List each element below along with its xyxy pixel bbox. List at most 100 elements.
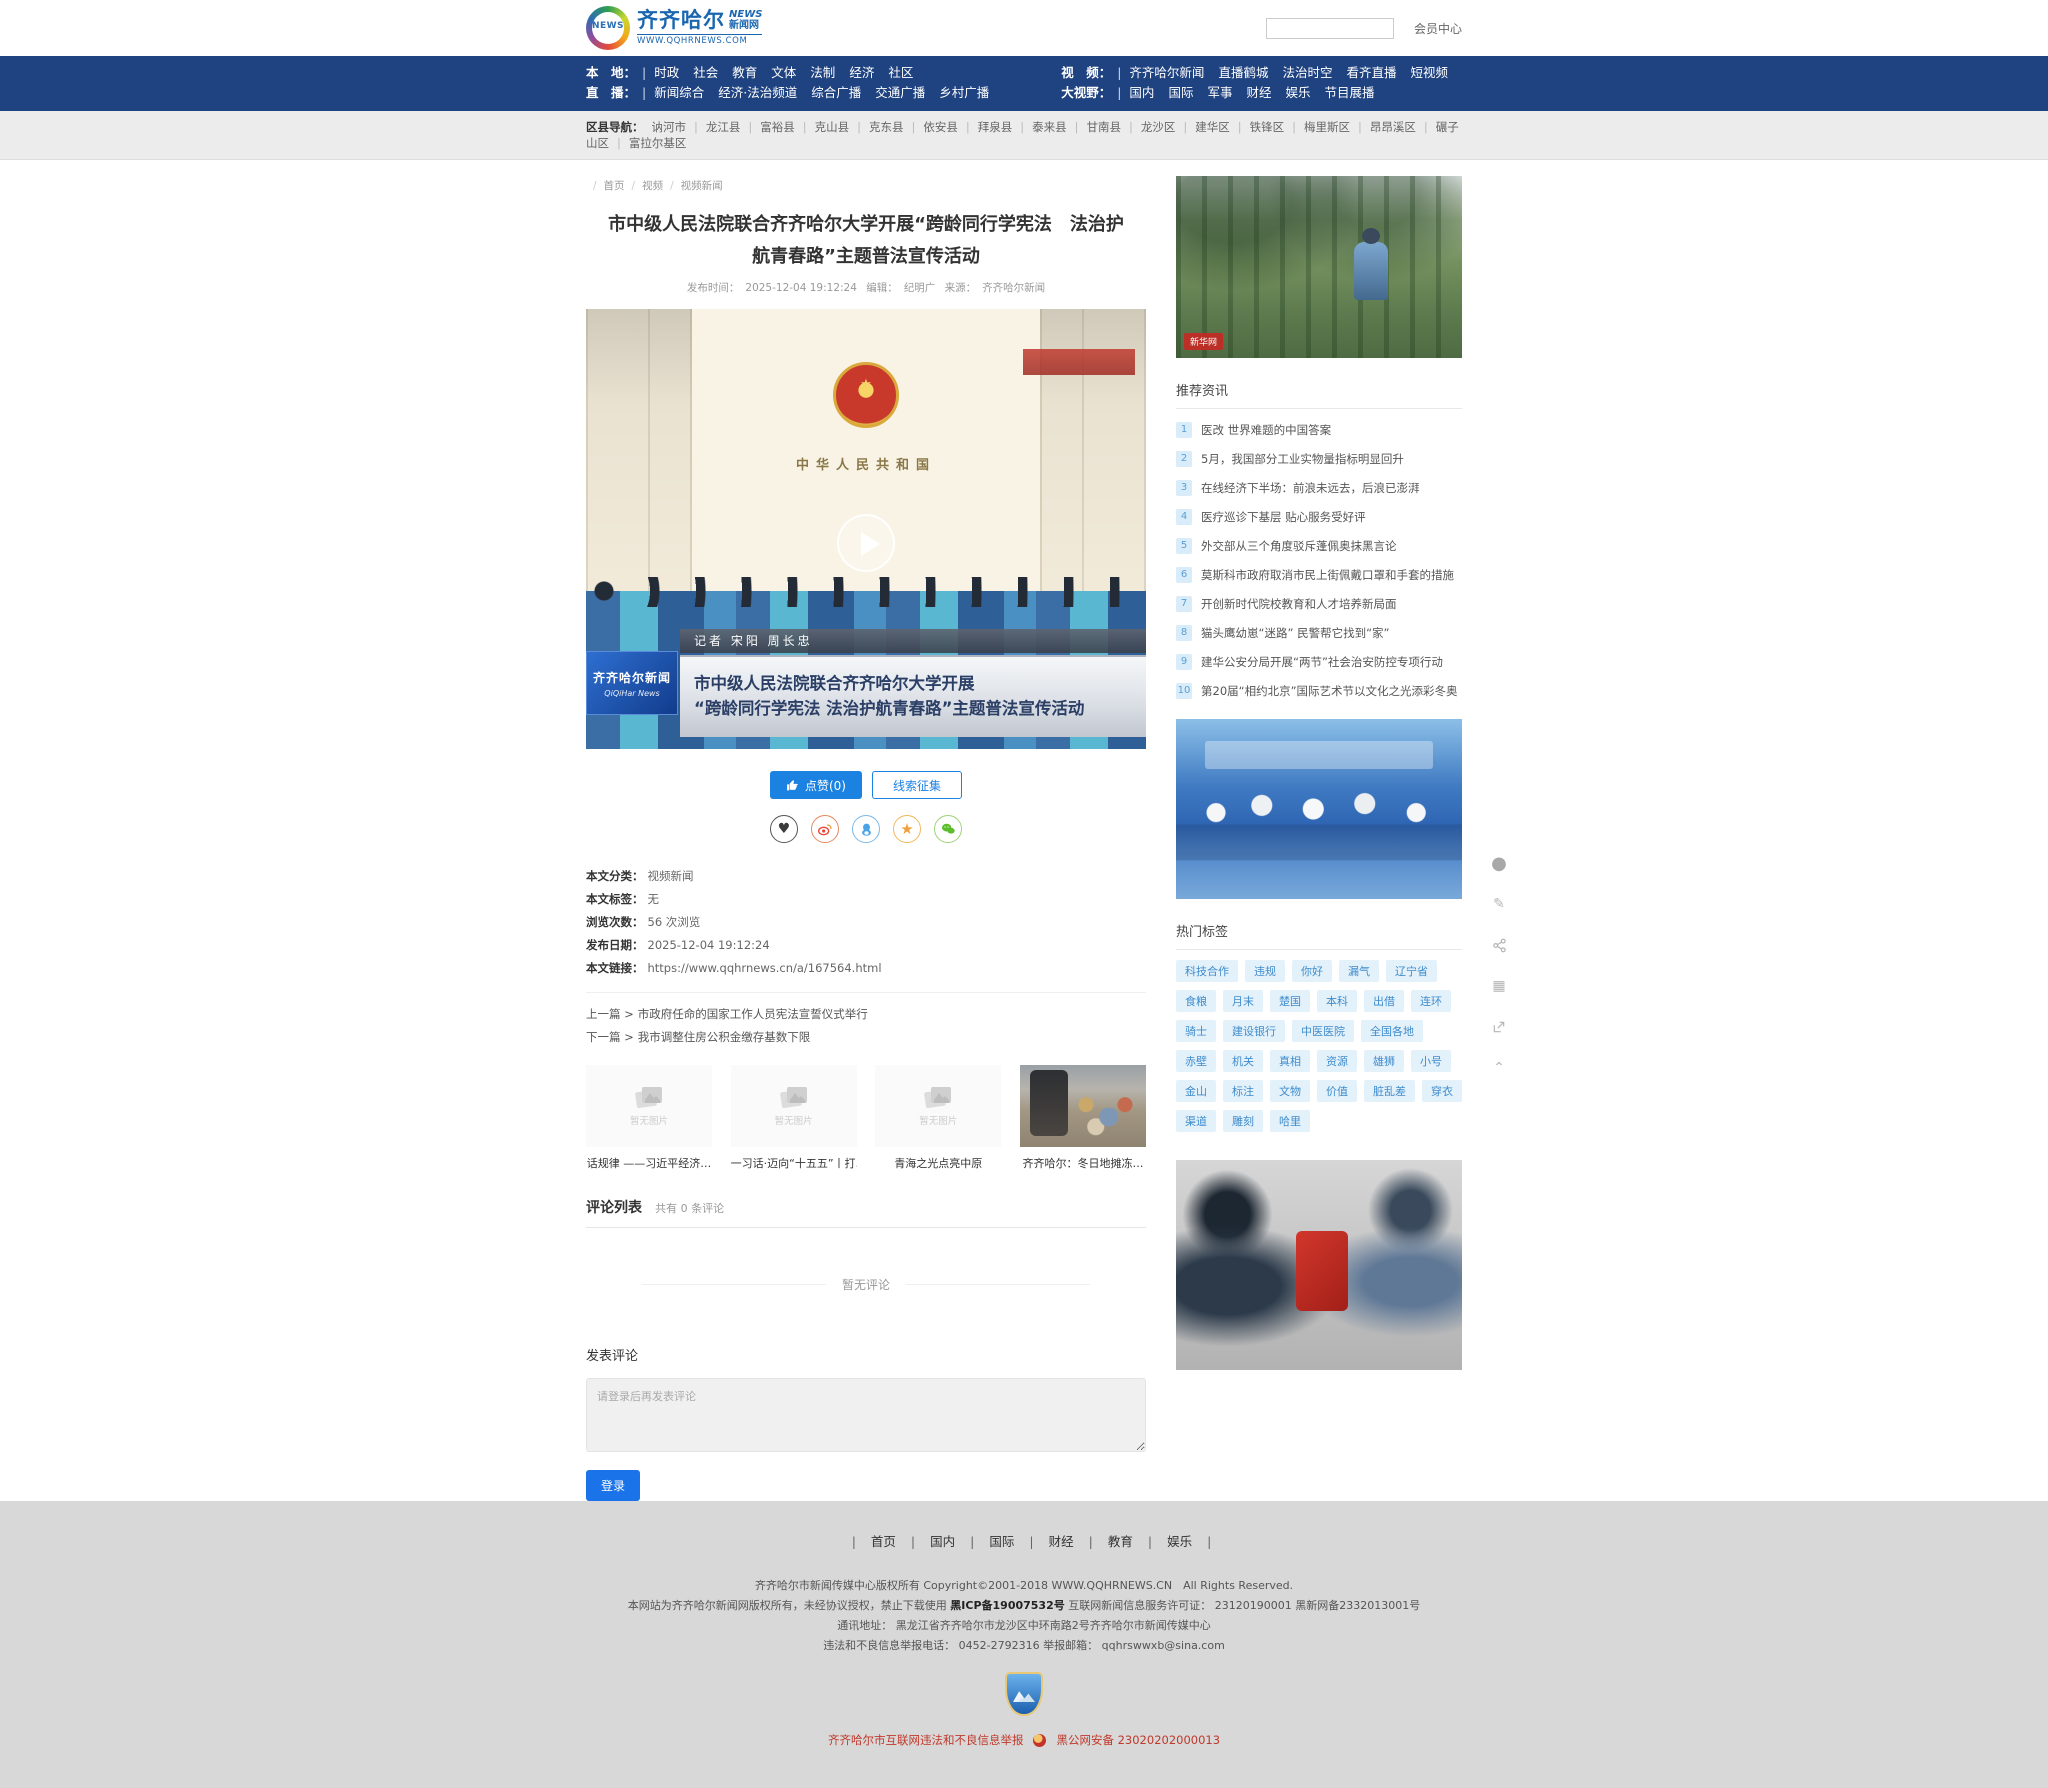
region-link[interactable]: 克山县 [815, 120, 869, 134]
nav-link[interactable]: 齐齐哈尔新闻 [1129, 65, 1204, 80]
tag-pill[interactable]: 小号 [1411, 1050, 1451, 1072]
recommend-item[interactable]: 9建华公安分局开展“两节”社会治安防控专项行动 [1176, 654, 1462, 670]
share-nodes-icon[interactable] [1488, 934, 1510, 956]
recommend-item[interactable]: 3在线经济下半场：前浪未远去，后浪已澎湃 [1176, 480, 1462, 496]
search-input[interactable] [1266, 18, 1394, 39]
nav-link[interactable]: 经济 [849, 65, 874, 80]
footer-nav-link[interactable]: 国际 [955, 1534, 1014, 1549]
tag-pill[interactable]: 穿衣 [1422, 1080, 1462, 1102]
qq-share-icon[interactable] [852, 815, 880, 843]
recommend-item[interactable]: 10第20届“相约北京”国际艺术节以文化之光添彩冬奥 [1176, 683, 1462, 699]
qr-grid-icon[interactable]: ▦ [1488, 975, 1510, 997]
region-link[interactable]: 讷河市 [652, 120, 706, 134]
favorite-heart-icon[interactable]: ♥ [770, 815, 798, 843]
tag-pill[interactable]: 文物 [1270, 1080, 1310, 1102]
tag-pill[interactable]: 连环 [1411, 990, 1451, 1012]
tag-pill[interactable]: 科技合作 [1176, 960, 1238, 982]
tag-pill[interactable]: 骑士 [1176, 1020, 1216, 1042]
tag-pill[interactable]: 资源 [1317, 1050, 1357, 1072]
back-to-top-icon[interactable]: ⌃ [1488, 1057, 1510, 1079]
related-article-card[interactable]: 暂无图片 一习话·迈向“十五五”丨打… [731, 1065, 857, 1171]
nav-link[interactable]: 文体 [771, 65, 796, 80]
nav-link[interactable]: 乡村广播 [939, 85, 989, 100]
nav-link[interactable]: 法治时空 [1282, 65, 1332, 80]
breadcrumb-link[interactable]: 视频新闻 [663, 180, 723, 192]
nav-link[interactable]: 教育 [732, 65, 757, 80]
tag-pill[interactable]: 中医医院 [1292, 1020, 1354, 1042]
region-link[interactable]: 梅里斯区 [1304, 120, 1370, 134]
tag-pill[interactable]: 本科 [1317, 990, 1357, 1012]
tag-pill[interactable]: 雕刻 [1223, 1110, 1263, 1132]
tag-pill[interactable]: 哈里 [1270, 1110, 1310, 1132]
recommend-item[interactable]: 8猫头鹰幼崽“迷路” 民警帮它找到“家” [1176, 625, 1462, 641]
tag-pill[interactable]: 违规 [1245, 960, 1285, 982]
video-player[interactable]: 中华人民共和国 记者 宋阳 周长忠 市中级人民法院联合齐齐哈尔大学开展 “跨龄同… [586, 309, 1146, 749]
nav-link[interactable]: 法制 [810, 65, 835, 80]
play-button[interactable] [837, 514, 895, 572]
tag-pill[interactable]: 你好 [1292, 960, 1332, 982]
region-link[interactable]: 建华区 [1195, 120, 1249, 134]
nav-link[interactable]: 财经 [1246, 85, 1271, 100]
footer-nav-link[interactable]: 娱乐 [1133, 1534, 1192, 1549]
region-link[interactable]: 拜泉县 [978, 120, 1032, 134]
weibo-share-icon[interactable] [811, 815, 839, 843]
nav-link[interactable]: 时政 [654, 65, 679, 80]
region-link[interactable]: 富拉尔基区 [629, 136, 687, 150]
tag-pill[interactable]: 渠道 [1176, 1110, 1216, 1132]
sidebar-photo-donation[interactable] [1176, 1160, 1462, 1370]
tag-pill[interactable]: 雄狮 [1364, 1050, 1404, 1072]
illegal-report-link[interactable]: 齐齐哈尔市互联网违法和不良信息举报 [828, 1732, 1024, 1748]
credibility-shield-badge[interactable] [1005, 1672, 1043, 1716]
clue-collection-button[interactable]: 线索征集 [872, 771, 962, 799]
sidebar-photo-stadium[interactable] [1176, 719, 1462, 899]
nav-link[interactable]: 国际 [1168, 85, 1193, 100]
nav-link[interactable]: 军事 [1207, 85, 1232, 100]
nav-link[interactable]: 新闻综合 [654, 85, 704, 100]
tag-pill[interactable]: 食粮 [1176, 990, 1216, 1012]
dot-icon[interactable]: ● [1488, 852, 1510, 874]
wechat-share-icon[interactable] [934, 815, 962, 843]
nav-link[interactable]: 节目展播 [1325, 85, 1375, 100]
footer-nav-link[interactable]: 首页 [837, 1534, 896, 1549]
nav-link[interactable]: 直播鹤城 [1218, 65, 1268, 80]
tag-pill[interactable]: 真相 [1270, 1050, 1310, 1072]
nav-link[interactable]: 娱乐 [1285, 85, 1310, 100]
tag-pill[interactable]: 机关 [1223, 1050, 1263, 1072]
login-button[interactable]: 登录 [586, 1470, 640, 1501]
nav-link[interactable]: 短视频 [1410, 65, 1448, 80]
nav-link[interactable]: 交通广播 [875, 85, 925, 100]
recommend-item[interactable]: 4医疗巡诊下基层 贴心服务受好评 [1176, 509, 1462, 525]
star-favorite-icon[interactable]: ★ [893, 815, 921, 843]
recommend-item[interactable]: 5外交部从三个角度驳斥蓬佩奥抹黑言论 [1176, 538, 1462, 554]
tag-pill[interactable]: 脏乱差 [1364, 1080, 1415, 1102]
recommend-item[interactable]: 6莫斯科市政府取消市民上街佩戴口罩和手套的措施 [1176, 567, 1462, 583]
footer-nav-link[interactable]: 财经 [1014, 1534, 1073, 1549]
footer-nav-link[interactable]: 国内 [896, 1534, 955, 1549]
tag-pill[interactable]: 金山 [1176, 1080, 1216, 1102]
sidebar-photo-greenhouse[interactable]: 新华网 [1176, 176, 1462, 358]
tag-pill[interactable]: 漏气 [1339, 960, 1379, 982]
related-article-card[interactable]: 暂无图片 话规律 ——习近平经济… [586, 1065, 712, 1171]
region-link[interactable]: 依安县 [923, 120, 977, 134]
region-link[interactable]: 铁锋区 [1250, 120, 1304, 134]
recommend-item[interactable]: 25月，我国部分工业实物量指标明显回升 [1176, 451, 1462, 467]
police-filing-link[interactable]: 黑公网安备 23020202000013 [1056, 1732, 1220, 1748]
next-article-link[interactable]: 我市调整住房公积金缴存基数下限 [638, 1030, 811, 1044]
like-button[interactable]: 点赞(0) [770, 771, 862, 799]
tag-pill[interactable]: 月末 [1223, 990, 1263, 1012]
region-link[interactable]: 昂昂溪区 [1370, 120, 1436, 134]
tag-pill[interactable]: 出借 [1364, 990, 1404, 1012]
edit-pencil-icon[interactable]: ✎ [1488, 893, 1510, 915]
member-center-link[interactable]: 会员中心 [1414, 20, 1462, 37]
tag-pill[interactable]: 楚国 [1270, 990, 1310, 1012]
external-link-icon[interactable] [1488, 1016, 1510, 1038]
nav-link[interactable]: 看齐直播 [1346, 65, 1396, 80]
region-link[interactable]: 龙沙区 [1141, 120, 1195, 134]
region-link[interactable]: 富裕县 [760, 120, 814, 134]
comment-input[interactable] [586, 1378, 1146, 1452]
region-link[interactable]: 甘南县 [1087, 120, 1141, 134]
nav-link[interactable]: 国内 [1129, 85, 1154, 100]
prev-article-link[interactable]: 市政府任命的国家工作人员宪法宣誓仪式举行 [638, 1007, 868, 1021]
nav-link[interactable]: 经济·法治频道 [718, 85, 797, 100]
tag-pill[interactable]: 建设银行 [1223, 1020, 1285, 1042]
